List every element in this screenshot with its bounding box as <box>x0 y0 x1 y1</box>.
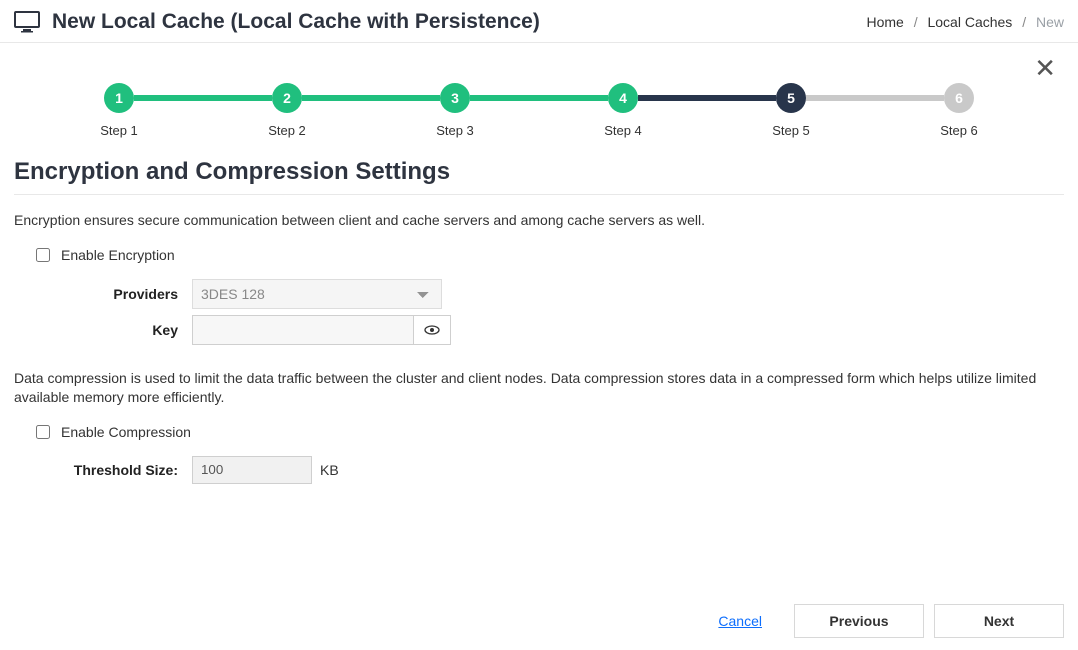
enable-encryption-label: Enable Encryption <box>61 247 175 263</box>
step-label: Step 1 <box>100 123 138 138</box>
threshold-unit: KB <box>320 462 339 478</box>
step-circle: 2 <box>272 83 302 113</box>
breadcrumb-sep: / <box>1022 14 1026 30</box>
step-6: 6 Step 6 <box>944 83 974 138</box>
providers-select[interactable]: 3DES 128 <box>192 279 442 309</box>
step-circle: 3 <box>440 83 470 113</box>
previous-button[interactable]: Previous <box>794 604 924 638</box>
section-title: Encryption and Compression Settings <box>14 158 1064 186</box>
threshold-input[interactable] <box>192 456 312 484</box>
step-label: Step 4 <box>604 123 642 138</box>
step-bar <box>134 95 272 101</box>
step-4: 4 Step 4 <box>608 83 638 138</box>
header-bar: New Local Cache (Local Cache with Persis… <box>0 0 1078 43</box>
key-input[interactable] <box>192 315 414 345</box>
next-button[interactable]: Next <box>934 604 1064 638</box>
step-circle: 4 <box>608 83 638 113</box>
step-circle: 1 <box>104 83 134 113</box>
step-5: 5 Step 5 <box>776 83 806 138</box>
step-1: 1 Step 1 <box>104 83 134 138</box>
step-label: Step 6 <box>940 123 978 138</box>
reveal-key-button[interactable] <box>413 315 451 345</box>
enable-compression-label: Enable Compression <box>61 424 191 440</box>
page-title: New Local Cache (Local Cache with Persis… <box>52 10 866 34</box>
step-circle: 5 <box>776 83 806 113</box>
step-2: 2 Step 2 <box>272 83 302 138</box>
step-circle: 6 <box>944 83 974 113</box>
key-label: Key <box>14 322 192 338</box>
breadcrumb-local-caches[interactable]: Local Caches <box>927 14 1012 30</box>
step-label: Step 2 <box>268 123 306 138</box>
providers-label: Providers <box>14 286 192 302</box>
step-label: Step 5 <box>772 123 810 138</box>
step-bar <box>302 95 440 101</box>
step-label: Step 3 <box>436 123 474 138</box>
compression-hint: Data compression is used to limit the da… <box>14 369 1064 408</box>
monitor-icon <box>14 11 40 33</box>
breadcrumb-current: New <box>1036 14 1064 30</box>
encryption-hint: Encryption ensures secure communication … <box>14 211 1064 231</box>
breadcrumb: Home / Local Caches / New <box>866 14 1064 30</box>
eye-icon <box>424 322 440 338</box>
wizard-footer: Cancel Previous Next <box>0 594 1078 650</box>
wizard-stepper: 1 Step 1 2 Step 2 3 Step 3 4 Step 4 5 St… <box>104 83 974 138</box>
breadcrumb-home[interactable]: Home <box>866 14 903 30</box>
step-3: 3 Step 3 <box>440 83 470 138</box>
enable-compression-checkbox[interactable] <box>36 425 50 439</box>
step-bar <box>638 95 776 101</box>
close-icon[interactable]: ✕ <box>1034 55 1056 81</box>
divider <box>14 194 1064 195</box>
enable-encryption-checkbox[interactable] <box>36 248 50 262</box>
threshold-label: Threshold Size: <box>14 462 192 478</box>
step-bar <box>806 95 944 101</box>
cancel-link[interactable]: Cancel <box>718 613 762 629</box>
step-bar <box>470 95 608 101</box>
breadcrumb-sep: / <box>914 14 918 30</box>
